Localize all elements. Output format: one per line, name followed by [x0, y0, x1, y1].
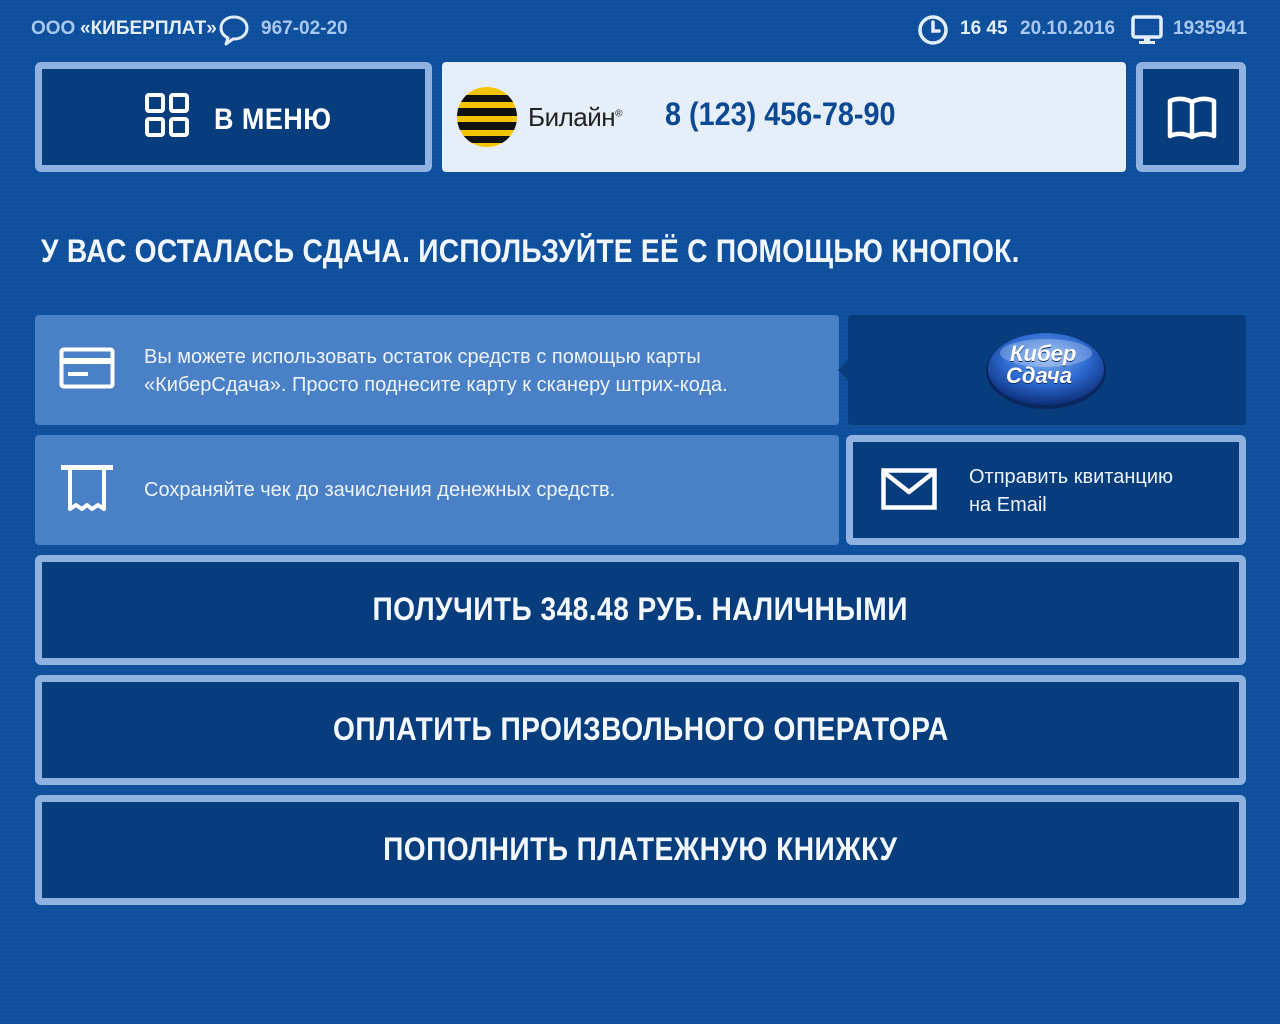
terminal-monitor-icon	[1131, 14, 1163, 51]
top-up-payment-book-label: ПОПОЛНИТЬ ПЛАТЕЖНУЮ КНИЖКУ	[42, 831, 1239, 868]
pay-other-operator-label-text: ОПЛАТИТЬ ПРОИЗВОЛЬНОГО ОПЕРАТОРА	[332, 711, 949, 747]
cyber-card-info: Вы можете использовать остаток средств с…	[35, 315, 839, 425]
email-receipt-label-line1: Отправить квитанцию	[969, 466, 1174, 488]
operator-phone: 8 (123) 456-78-90	[665, 96, 896, 132]
current-date: 20.10.2016	[1020, 18, 1116, 39]
card-icon	[59, 347, 115, 394]
beeline-logo-icon	[456, 86, 518, 153]
receipt-icon	[59, 463, 115, 518]
operator-brand-text: Билайн	[528, 102, 616, 132]
operator-panel: Билайн® 8 (123) 456-78-90	[442, 62, 1126, 172]
payment-book-button[interactable]	[1136, 62, 1246, 172]
chat-icon	[218, 14, 250, 51]
get-cash-button[interactable]: ПОЛУЧИТЬ 348.48 РУБ. НАЛИЧНЫМИ	[35, 555, 1246, 665]
terminal-id: 1935941	[1173, 18, 1247, 39]
cyber-card-info-line2: «КиберСдача». Просто поднесите карту к с…	[144, 374, 728, 396]
company-name: «КИБЕРПЛАТ»	[80, 18, 217, 39]
envelope-icon	[881, 468, 937, 515]
logo-text-bottom: Сдача	[1006, 363, 1072, 388]
email-receipt-button[interactable]: Отправить квитанцию на Email	[846, 435, 1246, 545]
top-up-payment-book-button[interactable]: ПОПОЛНИТЬ ПЛАТЕЖНУЮ КНИЖКУ	[35, 795, 1246, 905]
pay-other-operator-label: ОПЛАТИТЬ ПРОИЗВОЛЬНОГО ОПЕРАТОРА	[42, 711, 1239, 748]
top-bar: ООО «КИБЕРПЛАТ» 967-02-20 16 45 20.10.20…	[0, 0, 1280, 62]
cyber-sdacha-logo-panel: Кибер Сдача	[848, 315, 1246, 425]
operator-brand: Билайн®	[528, 102, 622, 132]
support-phone: 967-02-20	[261, 18, 348, 39]
get-cash-label-text: ПОЛУЧИТЬ 348.48 РУБ. НАЛИЧНЫМИ	[372, 591, 909, 627]
callout-pointer	[838, 360, 848, 380]
book-icon	[1167, 94, 1217, 145]
company-prefix: ООО	[31, 18, 76, 39]
change-headline: У ВАС ОСТАЛАСЬ СДАЧА. ИСПОЛЬЗУЙТЕ ЕЁ С П…	[41, 233, 1020, 269]
cyber-card-info-text: Вы можете использовать остаток средств с…	[144, 343, 728, 399]
receipt-info-text: Сохраняйте чек до зачисления денежных ср…	[144, 479, 616, 501]
email-receipt-label-line2: на Email	[969, 494, 1047, 516]
pay-other-operator-button[interactable]: ОПЛАТИТЬ ПРОИЗВОЛЬНОГО ОПЕРАТОРА	[35, 675, 1246, 785]
top-up-payment-book-label-text: ПОПОЛНИТЬ ПЛАТЕЖНУЮ КНИЖКУ	[383, 831, 898, 867]
receipt-info: Сохраняйте чек до зачисления денежных ср…	[35, 435, 839, 545]
logo-text-top: Кибер	[1010, 341, 1077, 366]
menu-grid-icon	[145, 93, 191, 144]
email-receipt-label: Отправить квитанцию на Email	[969, 463, 1173, 519]
menu-button[interactable]: В МЕНЮ	[35, 62, 432, 172]
menu-button-label: В МЕНЮ	[214, 103, 332, 136]
current-time: 16 45	[960, 18, 1008, 39]
get-cash-label: ПОЛУЧИТЬ 348.48 РУБ. НАЛИЧНЫМИ	[42, 591, 1239, 628]
cyber-card-info-line1: Вы можете использовать остаток средств с…	[144, 346, 701, 368]
clock-icon	[917, 14, 949, 51]
cyber-sdacha-logo-text: Кибер Сдача	[1006, 343, 1076, 387]
